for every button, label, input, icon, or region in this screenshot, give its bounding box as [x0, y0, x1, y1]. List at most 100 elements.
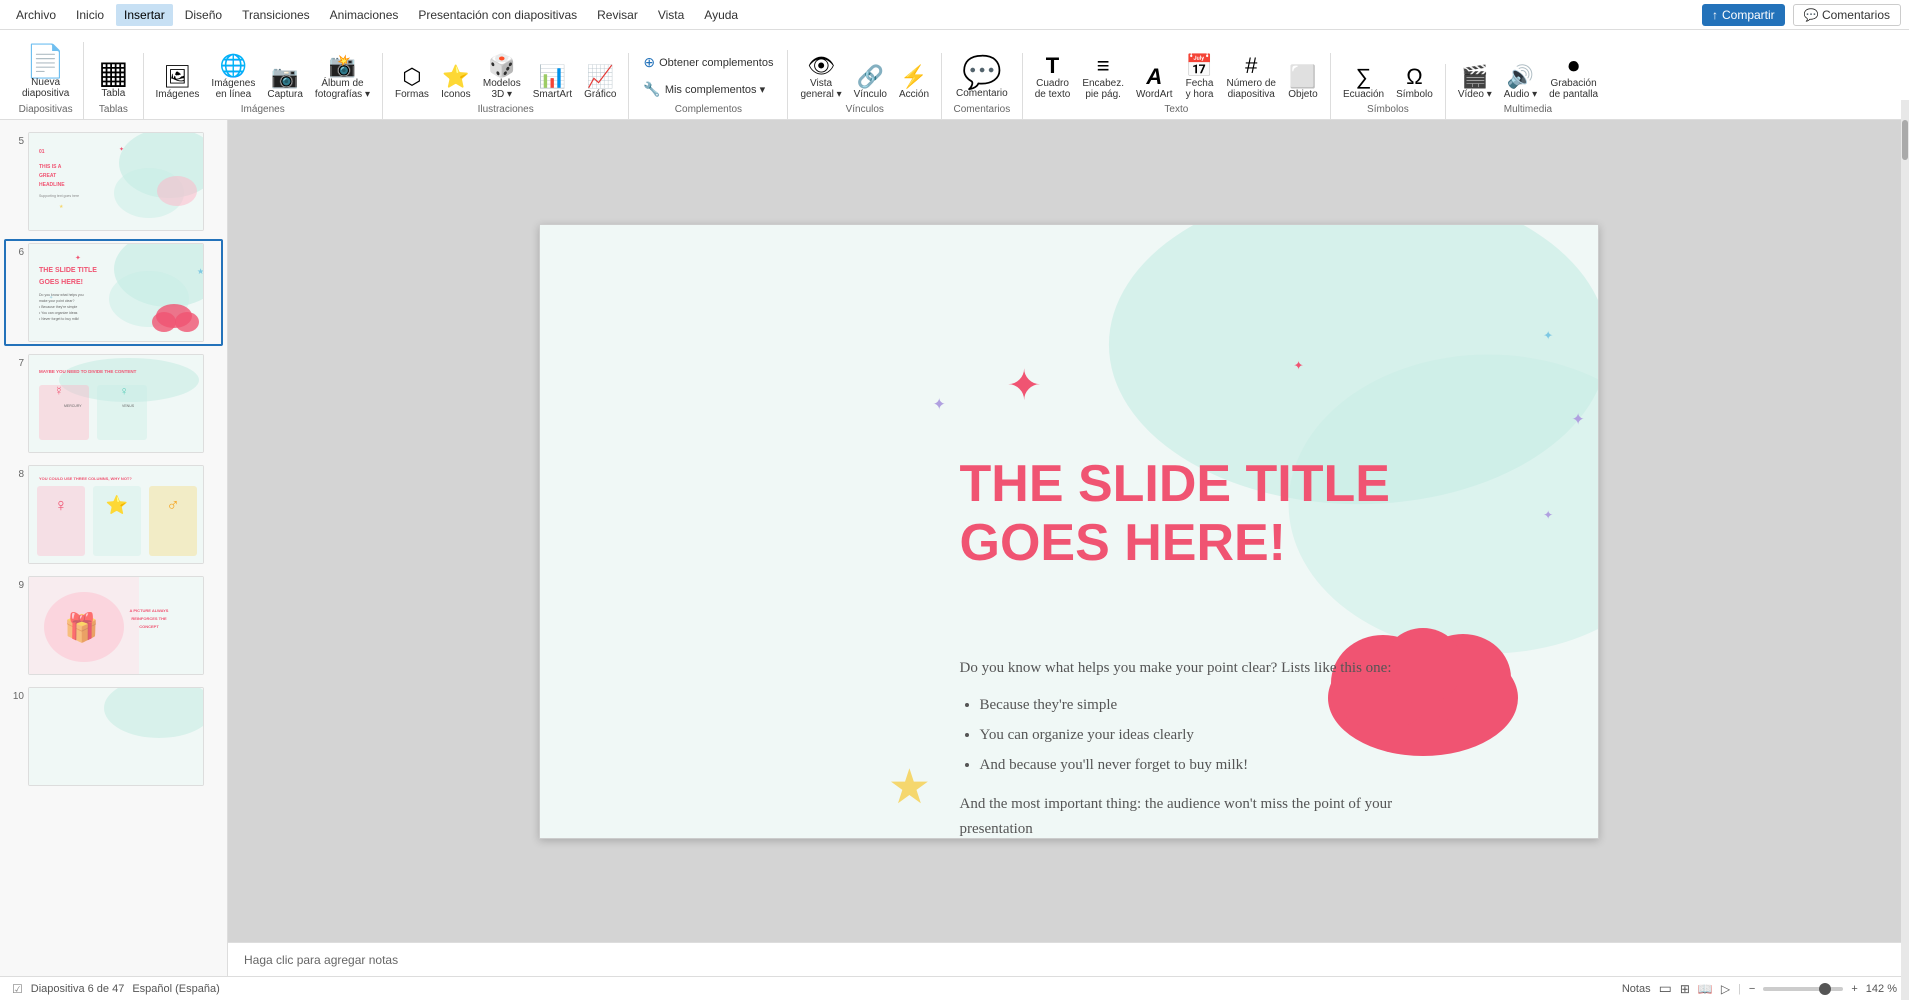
svg-text:CONCEPT: CONCEPT — [139, 624, 159, 629]
svg-text:REINFORCES THE: REINFORCES THE — [131, 616, 167, 621]
notes-view-btn[interactable]: Notas — [1622, 983, 1651, 995]
slide-thumb-8[interactable]: 8 YOU COULD USE THREE COLUMNS, WHY NOT? … — [4, 461, 223, 568]
ribbon-btn-tabla[interactable]: ▦ Tabla — [92, 53, 134, 102]
svg-text:THE SLIDE TITLE: THE SLIDE TITLE — [39, 267, 97, 274]
slide-canvas[interactable]: ✦ ✦ ✦ ✦ ✦ ✦ ★ ★ ✦ ✦ ✦ ★ ✦ — [539, 224, 1599, 839]
slide-img-10 — [28, 687, 204, 786]
nueva-diapositiva-icon: 📄 — [26, 45, 66, 77]
menu-insertar[interactable]: Insertar — [116, 4, 173, 26]
ribbon-btn-iconos[interactable]: ⭐ Iconos — [437, 64, 475, 102]
ribbon-btn-nueva-diapositiva[interactable]: 📄 Nuevadiapositiva — [16, 42, 75, 102]
menu-revisar[interactable]: Revisar — [589, 4, 646, 26]
ribbon-btn-cuadro-texto[interactable]: T Cuadrode texto — [1031, 53, 1075, 102]
menu-vista[interactable]: Vista — [650, 4, 692, 26]
fecha-icon: 📅 — [1186, 55, 1213, 77]
ribbon-btn-modelos3d[interactable]: 🎲 Modelos3D ▾ — [479, 53, 525, 102]
ribbon-group-simbolos: ∑ Ecuación Ω Símbolo Símbolos — [1331, 64, 1446, 119]
slide-panel: 5 01 THIS IS A GREAT HEADLINE Supporting… — [0, 120, 228, 976]
zoom-out-btn[interactable]: − — [1749, 983, 1755, 995]
slide-info: Diapositiva 6 de 47 — [31, 983, 125, 995]
mis-complementos-icon: 🔧 — [643, 81, 660, 98]
ribbon-btn-accion[interactable]: ⚡ Acción — [895, 64, 933, 102]
accessibility-icon: ☑ — [12, 982, 23, 996]
captura-icon: 📷 — [271, 66, 298, 88]
svg-text:🎁: 🎁 — [64, 611, 99, 644]
slide-sorter-icon[interactable]: ⊞ — [1680, 982, 1690, 996]
svg-text:♂: ♂ — [166, 495, 180, 515]
svg-text:★: ★ — [197, 267, 204, 276]
normal-view-icon[interactable]: ▭ — [1659, 980, 1672, 997]
slide-img-5: 01 THIS IS A GREAT HEADLINE Supporting t… — [28, 132, 204, 231]
share-button[interactable]: ↑ Compartir — [1702, 4, 1785, 26]
share-icon: ↑ — [1712, 8, 1718, 22]
ribbon-btn-comentario[interactable]: 💬 Comentario — [950, 53, 1014, 102]
comments-button[interactable]: 💬 Comentarios — [1793, 4, 1901, 26]
ribbon-group-texto: T Cuadrode texto ≡ Encabez.pie pág. A Wo… — [1023, 53, 1331, 119]
slide-title[interactable]: THE SLIDE TITLE GOES HERE! — [960, 455, 1440, 575]
ribbon-btn-video[interactable]: 🎬 Vídeo ▾ — [1454, 64, 1496, 102]
ribbon-btn-numero-diapositiva[interactable]: # Número dediapositiva — [1223, 53, 1280, 102]
slide-thumb-5[interactable]: 5 01 THIS IS A GREAT HEADLINE Supporting… — [4, 128, 223, 235]
svg-text:✦: ✦ — [1006, 361, 1041, 408]
ribbon-btn-imagenes-linea[interactable]: 🌐 Imágenesen línea — [207, 53, 259, 102]
zoom-slider[interactable] — [1763, 987, 1843, 991]
svg-text:MERCURY: MERCURY — [64, 404, 82, 408]
ribbon-btn-obtener-complementos[interactable]: ⊕ Obtener complementos — [637, 50, 779, 75]
ribbon-btn-imagenes[interactable]: 🖼 Imágenes — [152, 64, 204, 102]
ribbon-btn-formas[interactable]: ⬡ Formas — [391, 64, 433, 102]
ribbon-btn-fecha[interactable]: 📅 Fechay hora — [1181, 53, 1219, 102]
ribbon-group-imagenes: 🖼 Imágenes 🌐 Imágenesen línea 📷 Captura … — [144, 53, 383, 119]
accion-icon: ⚡ — [900, 66, 927, 88]
bullet-3: And because you'll never forget to buy m… — [980, 750, 1460, 780]
ribbon-btn-mis-complementos[interactable]: 🔧 Mis complementos ▾ — [637, 77, 771, 102]
ribbon-btn-grafico[interactable]: 📈 Gráfico — [580, 64, 620, 102]
vinculo-icon: 🔗 — [857, 66, 884, 88]
ribbon-btn-encabezado[interactable]: ≡ Encabez.pie pág. — [1078, 53, 1128, 102]
svg-text:01: 01 — [39, 149, 45, 155]
slide-body[interactable]: Do you know what helps you make your poi… — [960, 655, 1460, 839]
grabacion-icon: ⏺ — [1568, 55, 1579, 77]
slide-thumb-7[interactable]: 7 MAYBE YOU NEED TO DIVIDE THE CONTENT M… — [4, 350, 223, 457]
ribbon-btn-ecuacion[interactable]: ∑ Ecuación — [1339, 64, 1388, 102]
zoom-in-btn[interactable]: + — [1851, 983, 1857, 995]
menu-inicio[interactable]: Inicio — [68, 4, 112, 26]
notes-bar[interactable]: Haga clic para agregar notas — [228, 942, 1909, 976]
encabezado-icon: ≡ — [1097, 55, 1110, 77]
svg-text:THIS IS A: THIS IS A — [39, 164, 62, 170]
slide-thumb-6[interactable]: 6 THE SLIDE TITLE GOES HERE! Do you know… — [4, 239, 223, 346]
menu-ayuda[interactable]: Ayuda — [696, 4, 746, 26]
ribbon-btn-objeto[interactable]: ⬜ Objeto — [1284, 64, 1322, 102]
ribbon-btn-grabacion[interactable]: ⏺ Grabaciónde pantalla — [1545, 53, 1602, 102]
menu-diseño[interactable]: Diseño — [177, 4, 230, 26]
ribbon-group-comentarios: 💬 Comentario Comentarios — [942, 53, 1023, 119]
slide-thumb-10[interactable]: 10 — [4, 683, 223, 790]
album-icon: 📸 — [329, 55, 356, 77]
cuadro-texto-icon: T — [1046, 55, 1059, 77]
grafico-icon: 📈 — [587, 66, 614, 88]
bullet-1: Because they're simple — [980, 690, 1460, 720]
slide-thumb-9[interactable]: 9 A PICTURE ALWAYS REINFORCES THE CONCEP… — [4, 572, 223, 679]
ribbon-btn-audio[interactable]: 🔊 Audio ▾ — [1500, 64, 1541, 102]
ribbon-btn-simbolo[interactable]: Ω Símbolo — [1392, 64, 1437, 102]
svg-text:• Never forget to buy milk!: • Never forget to buy milk! — [39, 317, 79, 321]
menu-archivo[interactable]: Archivo — [8, 4, 64, 26]
svg-text:Supporting text goes here: Supporting text goes here — [39, 194, 79, 198]
svg-text:✦: ✦ — [1293, 358, 1303, 372]
menu-animaciones[interactable]: Animaciones — [322, 4, 407, 26]
ribbon-group-vinculos: 👁 Vistageneral ▾ 🔗 Vínculo ⚡ Acción Vínc… — [788, 53, 942, 119]
ribbon-btn-vista-general[interactable]: 👁 Vistageneral ▾ — [796, 53, 845, 102]
zoom-thumb — [1819, 983, 1831, 995]
ribbon-btn-vinculo[interactable]: 🔗 Vínculo — [850, 64, 891, 102]
presenter-view-icon[interactable]: ▷ — [1721, 982, 1730, 996]
svg-text:✦: ✦ — [49, 295, 53, 301]
svg-text:A PICTURE ALWAYS: A PICTURE ALWAYS — [130, 608, 169, 613]
reading-view-icon[interactable]: 📖 — [1698, 982, 1713, 996]
svg-text:Do you know what helps you: Do you know what helps you — [39, 293, 84, 297]
ribbon-btn-captura[interactable]: 📷 Captura — [263, 64, 307, 102]
menu-transiciones[interactable]: Transiciones — [234, 4, 318, 26]
ribbon-btn-smartart[interactable]: 📊 SmartArt — [529, 64, 576, 102]
ribbon-btn-wordart[interactable]: A WordArt — [1132, 64, 1177, 102]
ribbon-btn-album[interactable]: 📸 Álbum defotografías ▾ — [311, 53, 374, 102]
menu-presentacion[interactable]: Presentación con diapositivas — [410, 4, 585, 26]
smartart-icon: 📊 — [539, 66, 566, 88]
